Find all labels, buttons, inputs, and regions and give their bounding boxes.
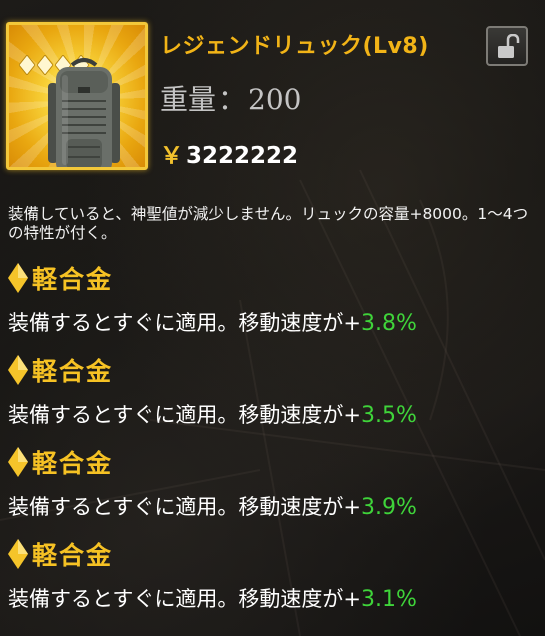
item-header: レジェンドリュック(Lv8) 重量：200 ￥ 3222222 [0,0,545,190]
backpack-icon [48,58,120,167]
trait-value: 3.8% [360,311,417,336]
weight-separator: ： [218,83,247,116]
item-price: ￥ 3222222 [160,136,298,170]
trait-diamond-icon [8,539,28,569]
trait-name: 軽合金 [32,541,114,570]
trait-diamond-icon [8,355,28,385]
trait-item: 軽合金 装備するとすぐに適用。移動速度が+3.1% [8,536,538,624]
trait-diamond-icon [8,447,28,477]
trait-sign: + [343,311,361,335]
trait-item: 軽合金 装備するとすぐに適用。移動速度が+3.5% [8,352,538,440]
trait-effect-text: 装備するとすぐに適用。移動速度が [8,311,344,335]
item-icon-frame[interactable] [6,22,148,170]
rarity-diamond-icon [19,55,35,75]
trait-name: 軽合金 [32,265,114,294]
trait-effect-text: 装備するとすぐに適用。移動速度が [8,495,344,519]
item-weight: 重量：200 [160,78,301,118]
trait-value: 3.9% [360,495,417,520]
trait-effect: 装備するとすぐに適用。移動速度が+3.5% [8,399,417,429]
item-description: 装備していると、神聖値が減少しません。リュックの容量+8000。1～4つの特性が… [8,205,529,242]
trait-sign: + [343,403,361,427]
trait-value: 3.1% [360,587,417,612]
weight-value: 200 [248,83,302,116]
trait-sign: + [343,587,361,611]
trait-value: 3.5% [360,403,417,428]
trait-effect: 装備するとすぐに適用。移動速度が+3.9% [8,491,417,521]
price-value: 3222222 [186,143,299,169]
trait-item: 軽合金 装備するとすぐに適用。移動速度が+3.9% [8,444,538,532]
trait-name: 軽合金 [32,357,114,386]
lock-button[interactable] [486,26,528,66]
trait-sign: + [343,495,361,519]
item-name: レジェンドリュック(Lv8) [160,34,429,59]
trait-diamond-icon [8,263,28,293]
trait-effect: 装備するとすぐに適用。移動速度が+3.1% [8,583,417,613]
trait-effect-text: 装備するとすぐに適用。移動速度が [8,587,344,611]
weight-label: 重量 [160,83,217,116]
lock-open-icon [498,34,520,58]
trait-name: 軽合金 [32,449,114,478]
trait-effect-text: 装備するとすぐに適用。移動速度が [8,403,344,427]
trait-effect: 装備するとすぐに適用。移動速度が+3.8% [8,307,417,337]
trait-item: 軽合金 装備するとすぐに適用。移動速度が+3.8% [8,260,538,348]
yen-icon: ￥ [160,143,183,169]
